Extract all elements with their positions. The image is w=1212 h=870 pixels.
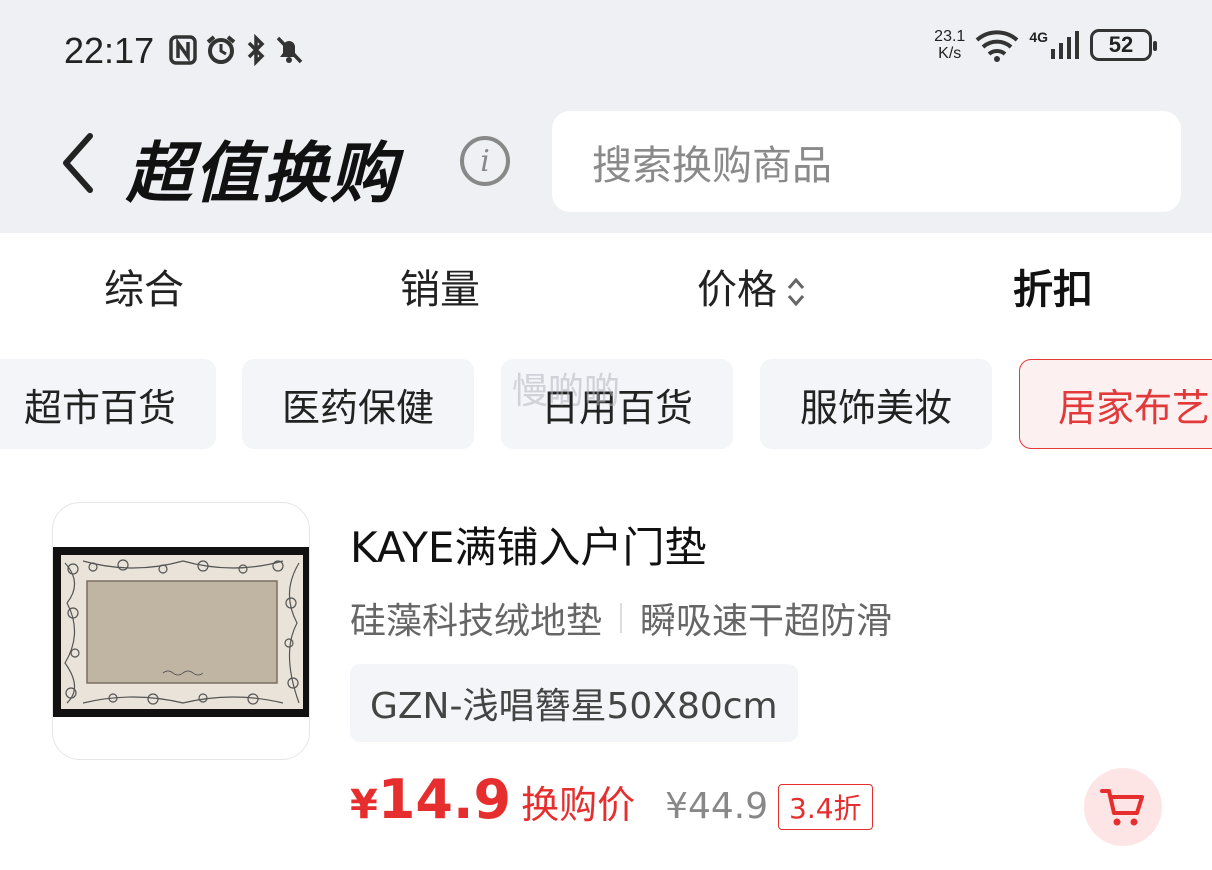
category-chip[interactable]: 日用百货 <box>501 359 733 449</box>
net-speed-value: 23.1 <box>934 28 966 45</box>
top-bar: 22:17 23.1 K/s 4G 52 超值换购 i 搜索换购商品 <box>0 0 1212 233</box>
info-icon[interactable]: i <box>460 136 510 186</box>
back-arrow-icon[interactable] <box>58 128 98 198</box>
category-chip[interactable]: 超市百货 <box>0 359 216 449</box>
divider <box>620 603 623 633</box>
sort-tab-sales[interactable]: 销量 <box>400 257 480 315</box>
bluetooth-icon <box>247 34 265 66</box>
status-left-icons <box>168 34 304 66</box>
product-name[interactable]: KAYE满铺入户门垫 <box>350 514 706 575</box>
sort-arrows-icon <box>787 277 805 307</box>
doormat-picture <box>53 547 309 717</box>
signal-group: 4G <box>1029 29 1080 61</box>
nfc-icon <box>169 35 197 65</box>
alarm-icon <box>206 35 236 64</box>
currency-symbol: ¥ <box>350 782 378 828</box>
status-time: 22:17 <box>64 30 155 71</box>
net-speed-unit: K/s <box>938 45 962 62</box>
cart-icon <box>1100 789 1144 826</box>
price-label: 换购价 <box>521 783 636 827</box>
product-image[interactable] <box>52 502 310 760</box>
mute-icon <box>276 36 303 64</box>
net-speed: 23.1 K/s <box>934 28 965 62</box>
signal-icon <box>1051 31 1079 59</box>
sort-bar: 综合 销量 价格 折扣 <box>0 233 1212 333</box>
category-chip-active[interactable]: 居家布艺 <box>1019 359 1212 449</box>
category-chip[interactable]: 服饰美妆 <box>760 359 992 449</box>
price-row: ¥ 14.9 换购价 ¥44.9 <box>350 768 808 831</box>
add-to-cart-button[interactable] <box>1084 768 1162 846</box>
page-title: 超值换购 <box>126 135 398 212</box>
network-type: 4G <box>1029 29 1048 45</box>
product-description: 硅藻科技绒地垫 瞬吸速干超防滑 <box>350 592 892 644</box>
original-price: ¥44.9 <box>665 786 769 827</box>
category-chip[interactable]: 医药保健 <box>242 359 474 449</box>
product-desc-2: 瞬吸速干超防滑 <box>640 601 893 642</box>
battery-level: 52 <box>1108 32 1134 57</box>
product-spec[interactable]: GZN-浅唱簪星50X80cm <box>350 664 798 742</box>
discount-badge: 3.4折 <box>778 784 873 830</box>
wifi-icon <box>975 30 1019 62</box>
sort-tab-price[interactable]: 价格 <box>697 257 807 315</box>
search-input[interactable]: 搜索换购商品 <box>552 111 1181 212</box>
category-chips: 超市百货 医药保健 日用百货 服饰美妆 居家布艺 <box>0 359 1212 451</box>
battery-icon: 52 <box>1090 29 1157 61</box>
status-right: 23.1 K/s 4G 52 <box>934 28 1157 62</box>
search-placeholder: 搜索换购商品 <box>592 142 832 189</box>
product-desc-1: 硅藻科技绒地垫 <box>350 601 603 642</box>
sort-tab-price-label: 价格 <box>697 267 777 313</box>
exchange-price: 14.9 <box>377 768 512 831</box>
sort-tab-discount[interactable]: 折扣 <box>1013 257 1093 315</box>
page-header: 超值换购 i 搜索换购商品 <box>0 110 1212 215</box>
sort-tab-comprehensive[interactable]: 综合 <box>104 257 184 315</box>
product-card[interactable]: KAYE满铺入户门垫 硅藻科技绒地垫 瞬吸速干超防滑 GZN-浅唱簪星50X80… <box>0 502 1212 862</box>
status-bar: 22:17 23.1 K/s 4G 52 <box>0 24 1212 76</box>
